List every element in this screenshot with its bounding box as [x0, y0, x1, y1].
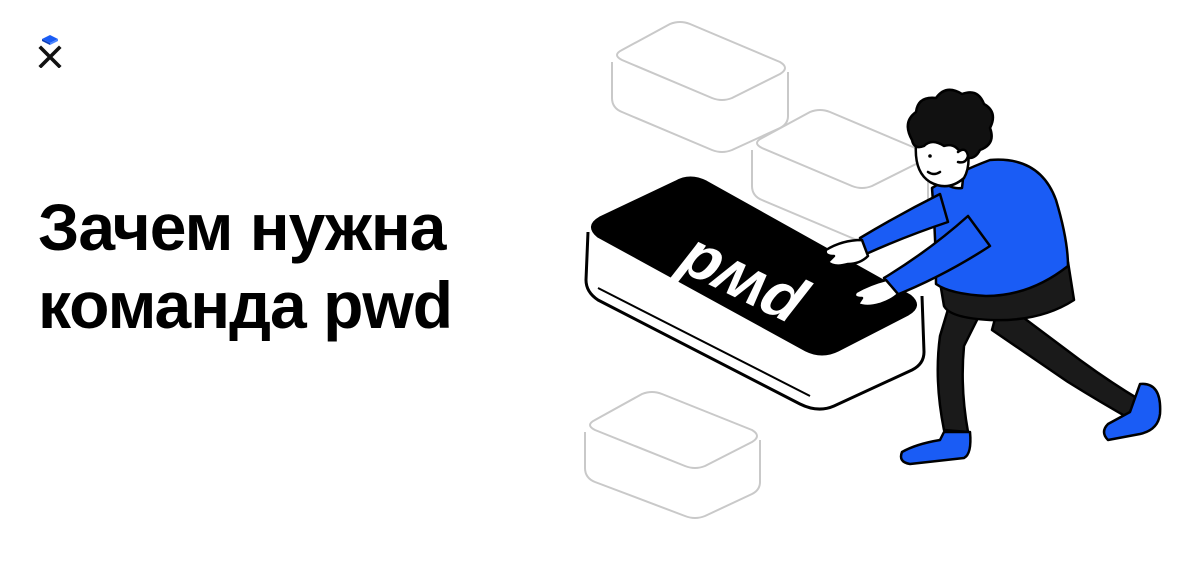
ghost-key-top: [611, 21, 789, 153]
title-line-2: команда pwd: [38, 268, 453, 342]
ghost-key-bottom: [584, 391, 761, 519]
page-title: Зачем нужна команда pwd: [38, 188, 453, 344]
keyboard-illustration: pwd: [560, 0, 1200, 565]
brand-logo-icon: [37, 34, 63, 68]
title-line-1: Зачем нужна: [38, 190, 446, 264]
